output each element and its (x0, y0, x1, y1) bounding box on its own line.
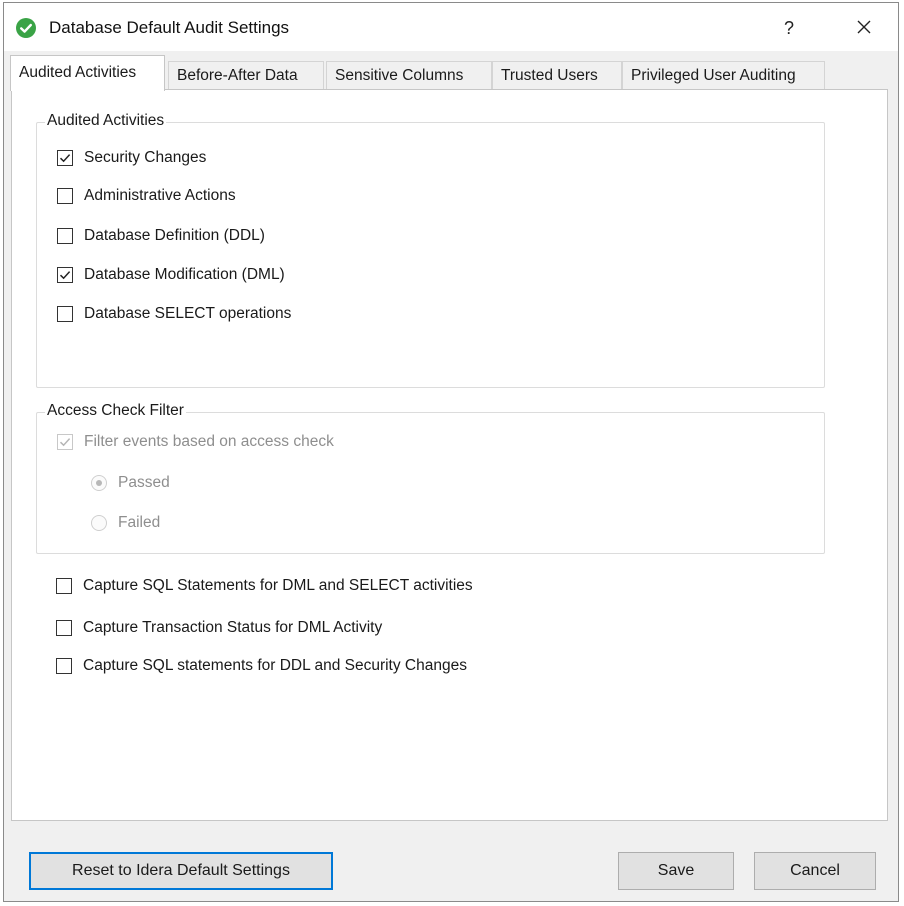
dialog-client-area: Audited Activities Before-After Data Sen… (4, 51, 898, 901)
tab-audited-activities[interactable]: Audited Activities (10, 55, 165, 91)
radio-label: Passed (118, 474, 170, 491)
dialog-window: Database Default Audit Settings ? Audite… (3, 2, 899, 902)
tab-before-after-data[interactable]: Before-After Data (168, 61, 324, 89)
failed-radio[interactable]: Failed (91, 512, 160, 534)
checkbox-label: Administrative Actions (84, 187, 236, 204)
tab-trusted-users[interactable]: Trusted Users (492, 61, 622, 89)
title-bar[interactable]: Database Default Audit Settings ? (4, 3, 898, 51)
database-definition-checkbox[interactable]: Database Definition (DDL) (57, 225, 265, 247)
capture-sql-ddl-security-checkbox[interactable]: Capture SQL statements for DDL and Secur… (56, 655, 467, 677)
tab-privileged-user-auditing[interactable]: Privileged User Auditing (622, 61, 825, 89)
checkbox-label: Database Definition (DDL) (84, 227, 265, 244)
radio-label: Failed (118, 514, 161, 531)
dialog-title: Database Default Audit Settings (49, 18, 290, 37)
audited-activities-group: Audited Activities Security Changes Admi… (36, 112, 825, 388)
help-button[interactable]: ? (774, 13, 804, 43)
checkbox-label: Database Modification (DML) (84, 266, 285, 283)
checkbox-box (57, 150, 73, 166)
tab-sensitive-columns[interactable]: Sensitive Columns (326, 61, 492, 89)
check-circle-icon (16, 18, 36, 38)
capture-transaction-status-checkbox[interactable]: Capture Transaction Status for DML Activ… (56, 617, 382, 639)
checkbox-box (57, 267, 73, 283)
radio-circle (91, 475, 107, 491)
administrative-actions-checkbox[interactable]: Administrative Actions (57, 185, 236, 207)
checkbox-box (57, 188, 73, 204)
database-select-checkbox[interactable]: Database SELECT operations (57, 303, 291, 325)
close-icon (857, 20, 871, 34)
check-icon (59, 438, 71, 447)
group-legend: Access Check Filter (45, 402, 186, 420)
radio-dot (96, 480, 102, 486)
group-legend: Audited Activities (45, 112, 167, 130)
check-icon (59, 154, 71, 163)
checkbox-box (57, 434, 73, 450)
checkbox-label: Security Changes (84, 149, 207, 166)
checkbox-label: Capture SQL statements for DDL and Secur… (83, 657, 467, 674)
check-icon (59, 271, 71, 280)
access-check-filter-group: Access Check Filter Filter events based … (36, 402, 825, 554)
checkbox-box (56, 658, 72, 674)
checkbox-label: Capture Transaction Status for DML Activ… (83, 619, 383, 636)
checkbox-box (57, 306, 73, 322)
checkbox-box (56, 578, 72, 594)
radio-circle (91, 515, 107, 531)
database-modification-checkbox[interactable]: Database Modification (DML) (57, 264, 285, 286)
close-button[interactable] (846, 12, 882, 42)
checkbox-box (57, 228, 73, 244)
capture-sql-dml-select-checkbox[interactable]: Capture SQL Statements for DML and SELEC… (56, 575, 473, 597)
reset-defaults-button[interactable]: Reset to Idera Default Settings (29, 852, 333, 890)
save-button[interactable]: Save (618, 852, 734, 890)
audited-activities-page: Audited Activities Security Changes Admi… (11, 89, 888, 821)
checkbox-label: Database SELECT operations (84, 305, 292, 322)
checkbox-label: Filter events based on access check (84, 433, 334, 450)
checkbox-box (56, 620, 72, 636)
checkbox-label: Capture SQL Statements for DML and SELEC… (83, 577, 473, 594)
security-changes-checkbox[interactable]: Security Changes (57, 147, 206, 169)
cancel-button[interactable]: Cancel (754, 852, 876, 890)
filter-access-check-checkbox[interactable]: Filter events based on access check (57, 431, 334, 453)
passed-radio[interactable]: Passed (91, 472, 170, 494)
